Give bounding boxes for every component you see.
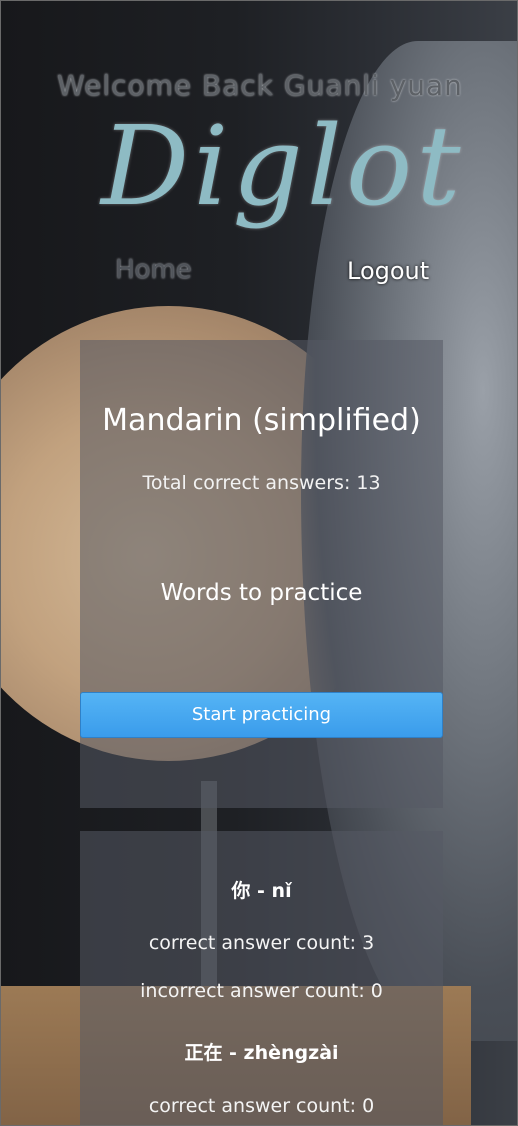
start-practicing-button[interactable]: Start practicing [80,692,443,738]
language-title: Mandarin (simplified) [102,403,421,438]
total-correct-answers: Total correct answers: 13 [142,472,381,494]
nav-home-link[interactable]: Home [115,255,192,285]
nav-logout-link[interactable]: Logout [347,257,429,285]
words-to-practice-heading: Words to practice [160,580,363,606]
word-correct-count: correct answer count: 3 [148,932,375,954]
app-frame: Welcome Back Guanli yuan Diglot Home Log… [0,0,518,1126]
language-summary-panel: Mandarin (simplified) Total correct answ… [80,340,443,808]
word-incorrect-count: incorrect answer count: 0 [140,980,383,1002]
word-list-panel: 你 - nǐ correct answer count: 3 incorrect… [80,831,443,1125]
word-title: 你 - nǐ [231,880,292,902]
app-logo: Diglot [101,102,465,230]
word-correct-count: correct answer count: 0 [148,1095,375,1117]
word-title: 正在 - zhèngzài [184,1042,339,1064]
